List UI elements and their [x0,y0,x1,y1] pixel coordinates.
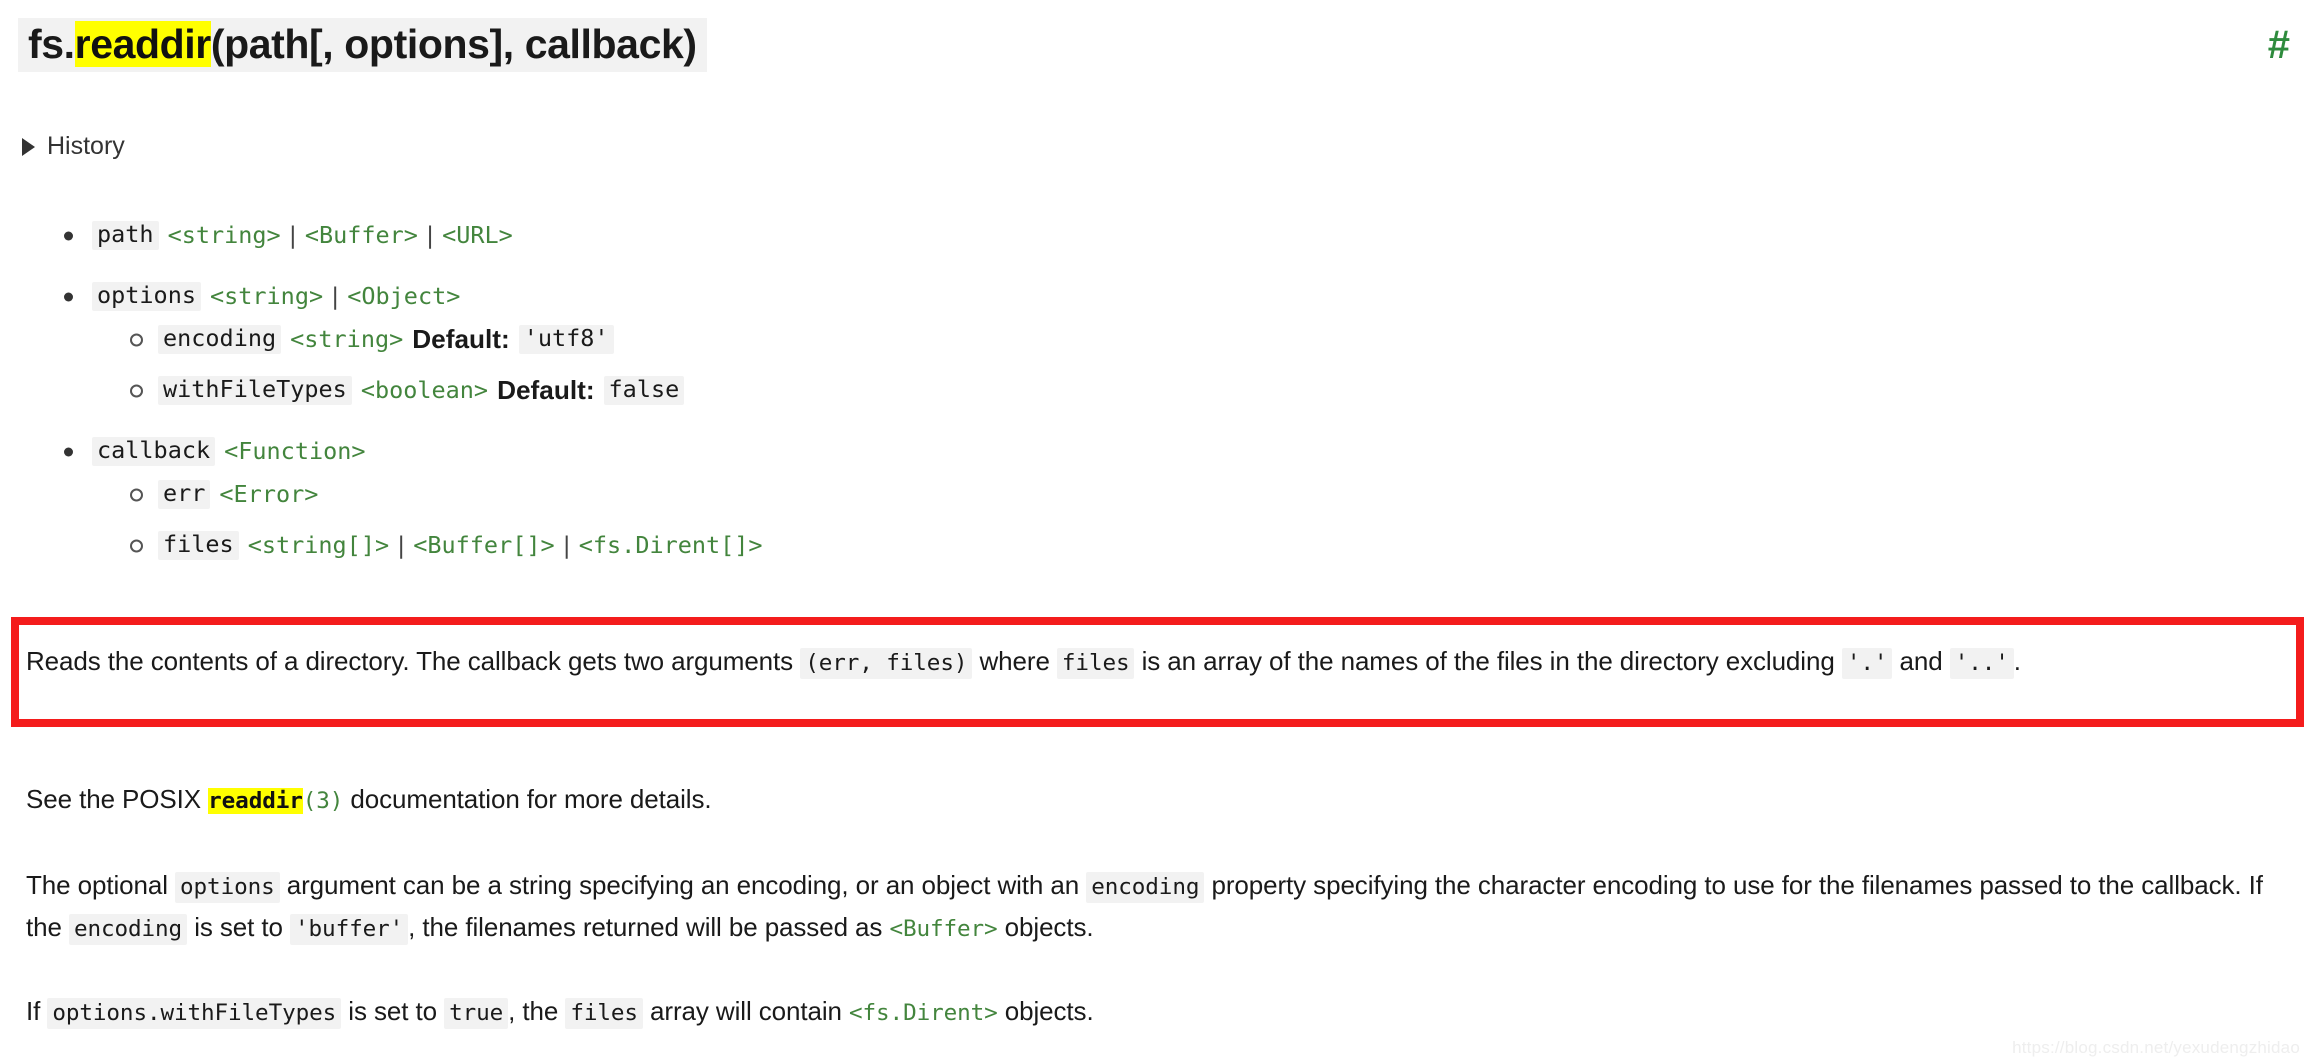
type-separator: | [328,281,343,310]
type-separator: | [422,220,438,249]
type-link-object[interactable]: <Object> [347,284,460,308]
default-value: 'utf8' [518,325,614,354]
type-link-string[interactable]: <string> [168,223,281,247]
dir-text-3: , the [508,996,566,1026]
watermark: https://blog.csdn.net/yexudengzhidao [2012,1038,2300,1057]
dir-text-1: If [26,996,48,1026]
param-withfiletypes: withFileTypes <boolean> Default: false [124,369,2258,412]
history-disclosure-toggle[interactable]: History [22,132,125,161]
opt-code-encoding-1: encoding [1086,872,1205,903]
anchor-link-icon[interactable]: # [2268,25,2290,65]
title-prefix: fs. [28,20,75,67]
param-files: files <string[]> | <Buffer[]> | <fs.Dirent[]> [124,524,2258,567]
triangle-right-icon [22,137,35,156]
param-err: err <Error> [124,473,2258,516]
param-callback: callback <Function> err <Error> files <stri… [58,430,2258,567]
dir-code-withfiletypes: options.withFileTypes [47,998,342,1029]
type-link-buffer[interactable]: <Buffer> [889,916,997,942]
opt-text-5: , the filenames returned will be passed … [408,912,890,943]
opt-text-6: objects. [997,912,1094,943]
opt-code-buffer-value: 'buffer' [290,914,409,946]
description-paragraph: Reads the contents of a directory. The c… [26,640,2296,682]
page-title: fs.readdir(path[, options], callback) [18,17,707,73]
opt-code-encoding-2: encoding [68,914,188,946]
type-link-string[interactable]: <string> [210,284,323,308]
type-link-dirent-array[interactable]: <fs.Dirent[]> [579,533,763,557]
posix-link-suffix: (3) [302,788,344,814]
dir-code-files: files [565,998,643,1029]
param-name: encoding [158,325,282,354]
type-link-string[interactable]: <string> [290,327,403,351]
type-link-function[interactable]: <Function> [224,439,365,463]
dirent-paragraph: If options.withFileTypes is set to true,… [26,990,2266,1032]
documentation-page: fs.readdir(path[, options], callback) # … [0,0,2314,1062]
title-highlight: readdir [74,20,211,67]
callback-sub-list: err <Error> files <string[]> | <Buffer[]> | <f… [58,473,2258,567]
opt-text-1: The optional [26,870,176,900]
type-link-error[interactable]: <Error> [219,482,318,506]
type-link-boolean[interactable]: <boolean> [361,378,488,402]
options-sub-list: encoding <string> Default: 'utf8' withFileT… [58,318,2258,412]
posix-paragraph: See the POSIX readdir(3) documentation f… [26,778,1626,820]
opt-code-options: options [175,872,280,903]
options-paragraph: The optional options argument can be a s… [26,864,2266,948]
posix-text-1: See the POSIX [26,784,209,814]
param-name: files [158,531,239,560]
posix-text-2: documentation for more details. [343,784,712,814]
param-name: options [92,282,201,311]
type-link-buffer-array[interactable]: <Buffer[]> [413,533,554,557]
opt-text-2: argument can be a string specifying an e… [279,870,1087,900]
desc-code-dotdot: '..' [1949,648,2014,679]
type-link-buffer[interactable]: <Buffer> [305,223,418,247]
desc-text-1: Reads the contents of a directory. The c… [26,646,801,676]
desc-text-3: is an array of the names of the files in… [1134,646,1842,676]
desc-text-5: . [2013,646,2021,676]
dir-text-2: is set to [341,996,445,1026]
dir-code-true: true [444,998,509,1029]
default-label: Default: [497,375,595,406]
type-link-dirent[interactable]: <fs.Dirent> [849,1000,998,1026]
heading-row: fs.readdir(path[, options], callback) # [0,14,2314,76]
type-separator: | [559,530,574,559]
param-encoding: encoding <string> Default: 'utf8' [124,318,2258,361]
desc-text-4: and [1892,646,1950,676]
type-separator: | [285,220,300,249]
param-options: options <string> | <Object> encoding <string… [58,275,2258,412]
desc-text-2: where [972,646,1057,676]
posix-readdir-link[interactable]: readdir(3) [208,784,343,814]
default-label: Default: [412,324,510,355]
type-separator: | [394,530,409,559]
param-name: err [158,480,211,509]
type-link-string-array[interactable]: <string[]> [248,533,389,557]
default-value: false [603,376,685,405]
param-name: callback [92,437,216,466]
desc-code-files: files [1056,648,1135,679]
title-suffix: (path[, options], callback) [210,20,697,67]
param-name: withFileTypes [158,376,352,405]
type-link-url[interactable]: <URL> [442,223,513,247]
param-path: path <string> | <Buffer> | <URL> [58,214,2258,257]
opt-text-4: is set to [187,912,291,943]
dir-text-5: objects. [997,996,1094,1026]
dir-text-4: array will contain [642,996,850,1026]
desc-code-err-files: (err, files) [800,648,973,679]
posix-link-highlight: readdir [208,788,303,814]
history-label: History [47,132,125,160]
param-name: path [92,221,159,250]
parameter-list: path <string> | <Buffer> | <URL> options <stri… [58,214,2258,567]
desc-code-dot: '.' [1841,648,1893,679]
